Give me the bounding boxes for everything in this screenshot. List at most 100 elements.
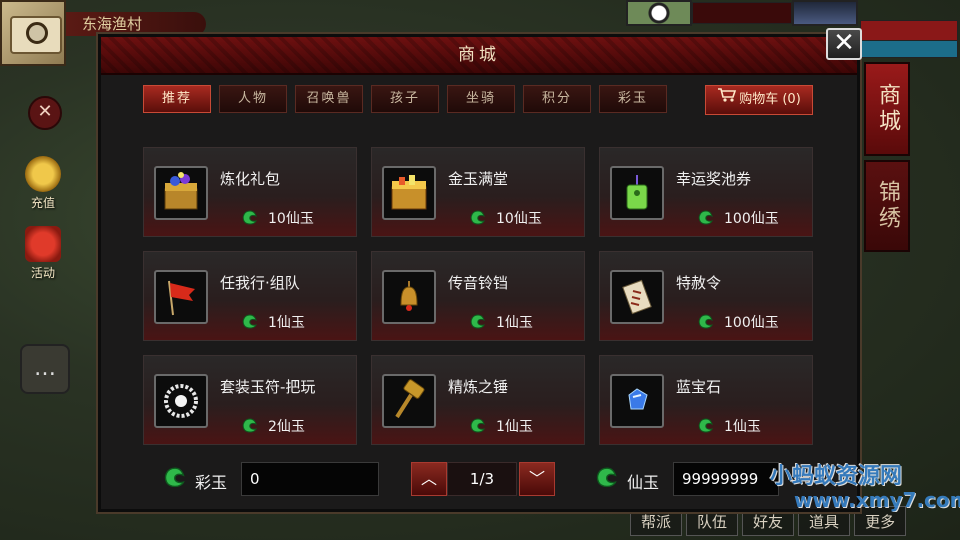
bell-icon — [382, 270, 436, 324]
item-name: 特赦令 — [676, 274, 722, 292]
speech-bubble-icon: … — [34, 356, 56, 381]
collapse-menu-button[interactable]: ✕ — [28, 96, 62, 130]
item-price: 100仙玉 — [696, 312, 779, 332]
jade-currency-icon — [470, 418, 485, 433]
hammer-icon — [382, 374, 436, 428]
item-price-value: 2仙玉 — [268, 419, 305, 435]
cart-button[interactable]: 购物车 (0) — [705, 85, 813, 115]
side-tab-shop[interactable]: 商城 — [864, 62, 910, 156]
gift-box-icon — [25, 226, 61, 262]
shop-title: 商城 — [101, 37, 857, 75]
shop-tabs: 推荐 人物 召唤兽 孩子 坐骑 积分 彩玉 — [143, 85, 667, 113]
jade-currency-icon — [470, 314, 485, 329]
caiyu-jade-icon — [164, 467, 185, 488]
item-price-value: 10仙玉 — [496, 211, 542, 227]
item-price: 1仙玉 — [468, 312, 533, 332]
item-name: 幸运奖池券 — [676, 170, 752, 188]
treasure-chest-icon — [154, 166, 208, 220]
jade-currency-icon — [698, 314, 713, 329]
pardon-token-icon — [610, 270, 664, 324]
tab-mount[interactable]: 坐骑 — [447, 85, 515, 113]
jade-currency-icon — [242, 314, 257, 329]
item-price-value: 10仙玉 — [268, 211, 314, 227]
item-price: 100仙玉 — [696, 208, 779, 228]
shop-footer: 彩玉 0 ︿ 1/3 ﹀ 仙玉 99999999 — [101, 449, 857, 513]
watermark-text: 小蚂蚁资源网 — [770, 464, 903, 489]
item-grid: 炼化礼包 10仙玉 金玉满堂 10仙玉 幸运奖池券 100仙玉 任我行·组队 1… — [143, 147, 813, 445]
lucky-ticket-icon — [610, 166, 664, 220]
caiyu-label: 彩玉 — [195, 473, 228, 492]
item-card[interactable]: 精炼之锤 1仙玉 — [371, 355, 585, 445]
xianyu-jade-icon — [596, 467, 617, 488]
item-card[interactable]: 套装玉符-把玩 2仙玉 — [143, 355, 357, 445]
item-card[interactable]: 特赦令 100仙玉 — [599, 251, 813, 341]
item-name: 任我行·组队 — [220, 274, 300, 292]
map-name-label: 东海渔村 — [66, 12, 206, 36]
page-indicator: 1/3 — [447, 462, 517, 496]
chat-button[interactable]: … — [20, 344, 70, 394]
item-price-value: 1仙玉 — [496, 315, 533, 331]
item-name: 套装玉符-把玩 — [220, 378, 316, 396]
item-price-value: 1仙玉 — [268, 315, 305, 331]
item-price: 10仙玉 — [240, 208, 314, 228]
pet-portrait[interactable] — [626, 0, 692, 26]
tab-character[interactable]: 人物 — [219, 85, 287, 113]
item-price-value: 100仙玉 — [724, 211, 779, 227]
item-price-value: 1仙玉 — [496, 419, 533, 435]
item-name: 蓝宝石 — [676, 378, 722, 396]
item-name: 传音铃铛 — [448, 274, 509, 292]
item-name: 金玉满堂 — [448, 170, 509, 188]
item-name: 炼化礼包 — [220, 170, 281, 188]
jade-currency-icon — [242, 418, 257, 433]
side-tab-jinxiu[interactable]: 锦绣 — [864, 160, 910, 252]
tab-caiyu[interactable]: 彩玉 — [599, 85, 667, 113]
sapphire-icon — [610, 374, 664, 428]
item-price: 10仙玉 — [468, 208, 542, 228]
jade-currency-icon — [242, 210, 257, 225]
recharge-label: 充值 — [30, 196, 55, 210]
chevron-up-icon: ︿ — [420, 469, 437, 488]
item-card[interactable]: 蓝宝石 1仙玉 — [599, 355, 813, 445]
tab-points[interactable]: 积分 — [523, 85, 591, 113]
jade-currency-icon — [698, 418, 713, 433]
item-card[interactable]: 炼化礼包 10仙玉 — [143, 147, 357, 237]
jade-currency-icon — [470, 210, 485, 225]
tab-summon[interactable]: 召唤兽 — [295, 85, 363, 113]
minimap-button[interactable] — [0, 0, 66, 66]
item-price: 1仙玉 — [696, 416, 761, 436]
watermark-url: www.xmy7.com — [794, 488, 960, 512]
xianyu-balance-field: 99999999 — [673, 462, 779, 496]
tab-children[interactable]: 孩子 — [371, 85, 439, 113]
page-next-button[interactable]: ﹀ — [519, 462, 555, 496]
item-price-value: 100仙玉 — [724, 315, 779, 331]
chevron-down-icon: ﹀ — [528, 469, 545, 488]
coins-icon — [25, 156, 61, 192]
item-price-value: 1仙玉 — [724, 419, 761, 435]
page-prev-button[interactable]: ︿ — [411, 462, 447, 496]
item-price: 1仙玉 — [468, 416, 533, 436]
item-price: 2仙玉 — [240, 416, 305, 436]
red-flag-icon — [154, 270, 208, 324]
magnifier-icon — [26, 22, 48, 44]
xianyu-label: 仙玉 — [627, 473, 660, 492]
jade-currency-icon — [698, 210, 713, 225]
pet-hp-bar — [692, 2, 792, 24]
close-button[interactable]: ✕ — [826, 28, 862, 60]
player-portrait[interactable] — [792, 0, 858, 26]
activity-label: 活动 — [30, 266, 55, 280]
player-mp-bar — [860, 40, 958, 58]
recharge-button[interactable]: 充值 — [18, 156, 68, 211]
item-card[interactable]: 传音铃铛 1仙玉 — [371, 251, 585, 341]
cart-label: 购物车 (0) — [739, 92, 801, 107]
jade-talisman-icon — [154, 374, 208, 428]
shopping-cart-icon — [717, 86, 737, 114]
caiyu-balance-field: 0 — [241, 462, 379, 496]
shop-dialog: 商城 推荐 人物 召唤兽 孩子 坐骑 积分 彩玉 购物车 (0) 炼化礼包 10… — [98, 34, 860, 512]
item-card[interactable]: 金玉满堂 10仙玉 — [371, 147, 585, 237]
tab-recommended[interactable]: 推荐 — [143, 85, 211, 113]
activity-button[interactable]: 活动 — [18, 226, 68, 281]
item-card[interactable]: 幸运奖池券 100仙玉 — [599, 147, 813, 237]
item-name: 精炼之锤 — [448, 378, 509, 396]
item-price: 1仙玉 — [240, 312, 305, 332]
item-card[interactable]: 任我行·组队 1仙玉 — [143, 251, 357, 341]
